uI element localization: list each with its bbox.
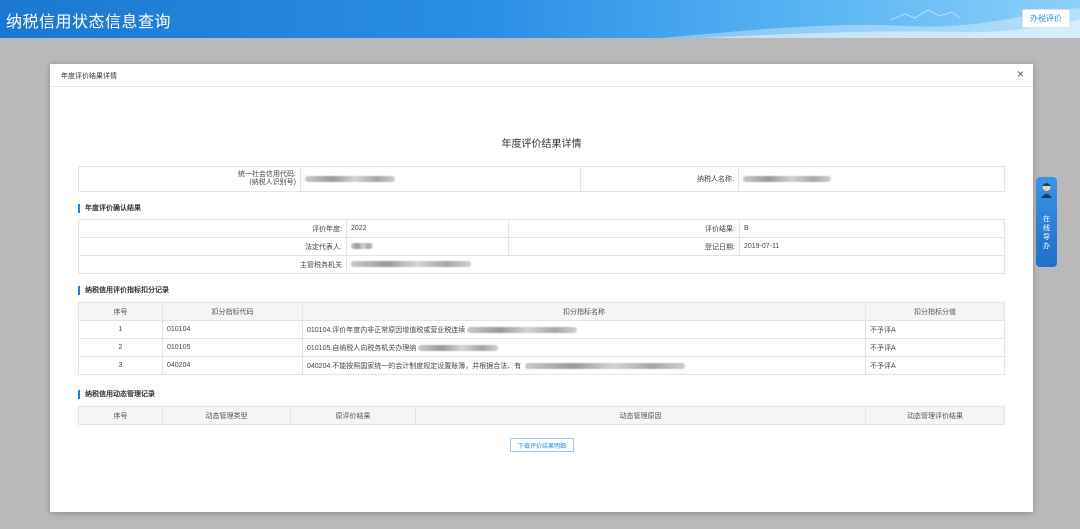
code-label: 统一社会信用代码: (纳税人识别号): [78, 166, 301, 192]
col-header-name: 扣分指标名称: [302, 302, 866, 321]
table-row: 2 010105 010105.自纳税人向税务机关办理纳 不予评A: [78, 338, 1005, 357]
authority-value: [346, 255, 1005, 274]
col-header-code: 扣分指标代码: [162, 302, 303, 321]
banner-decoration: [660, 8, 1080, 38]
dynamic-table: 序号 动态管理类型 原评价结果 动态管理原因 动态管理评价结果: [78, 406, 1005, 425]
col-header-original-result: 原评价结果: [290, 406, 416, 425]
reg-date-label: 登记日期:: [508, 237, 740, 256]
code-value: [300, 166, 581, 192]
assistant-avatar-icon: [1041, 183, 1052, 198]
close-icon[interactable]: ×: [1017, 68, 1024, 80]
tax-evaluation-button[interactable]: 办税评价: [1022, 9, 1070, 28]
year-label: 评价年度:: [78, 219, 347, 238]
table-row: 1 010104 010104.评价年度内非正常原因增值税或营业税连续 不予评A: [78, 320, 1005, 339]
col-header-reason: 动态管理原因: [415, 406, 866, 425]
col-header-type: 动态管理类型: [162, 406, 291, 425]
online-guide-tab[interactable]: 在 线 导 办: [1036, 177, 1057, 267]
dynamic-section-title: 纳税信用动态管理记录: [78, 390, 155, 399]
modal-title: 年度评价结果详情: [61, 73, 117, 80]
online-guide-label: 在 线 导 办: [1043, 216, 1050, 250]
deduction-section-title: 纳税信用评价指标扣分记录: [78, 286, 169, 295]
col-header-no: 序号: [78, 302, 163, 321]
taxpayer-info-table: 统一社会信用代码: (纳税人识别号) 纳税人名称:: [78, 166, 1005, 192]
app-title: 纳税信用状态信息查询: [6, 14, 172, 31]
name-value: [738, 166, 1005, 192]
col-header-no: 序号: [78, 406, 163, 425]
page-heading: 年度评价结果详情: [501, 139, 582, 150]
legal-rep-value: [346, 237, 509, 256]
result-value: B: [739, 219, 1005, 238]
annual-section-title: 年度评价确认结果: [78, 204, 141, 213]
download-details-button[interactable]: 下载评价结果明细: [510, 438, 574, 452]
header-bar: 纳税信用状态信息查询 办税评价: [0, 0, 1080, 38]
modal-header: 年度评价结果详情 ×: [50, 64, 1033, 87]
annual-result-table: 评价年度: 2022 评价结果: B 法定代表人: 登记日期: 2019-07-…: [78, 219, 1005, 274]
authority-label: 主管税务机关: [78, 255, 347, 274]
deduction-table: 序号 扣分指标代码 扣分指标名称 扣分指标分值 1 010104 010104.…: [78, 302, 1005, 375]
reg-date-value: 2019-07-11: [739, 237, 1005, 256]
result-label: 评价结果:: [508, 219, 740, 238]
col-header-dynamic-result: 动态管理评价结果: [865, 406, 1005, 425]
name-label: 纳税人名称:: [580, 166, 739, 192]
year-value: 2022: [346, 219, 509, 238]
table-row: 3 040204 040204.不能按照国家统一的会计制度规定设置账簿，并根据合…: [78, 356, 1005, 375]
col-header-score: 扣分指标分值: [865, 302, 1005, 321]
result-detail-modal: 年度评价结果详情 × 年度评价结果详情 统一社会信用代码: (纳税人识别号) 纳…: [50, 64, 1033, 512]
legal-rep-label: 法定代表人:: [78, 237, 347, 256]
